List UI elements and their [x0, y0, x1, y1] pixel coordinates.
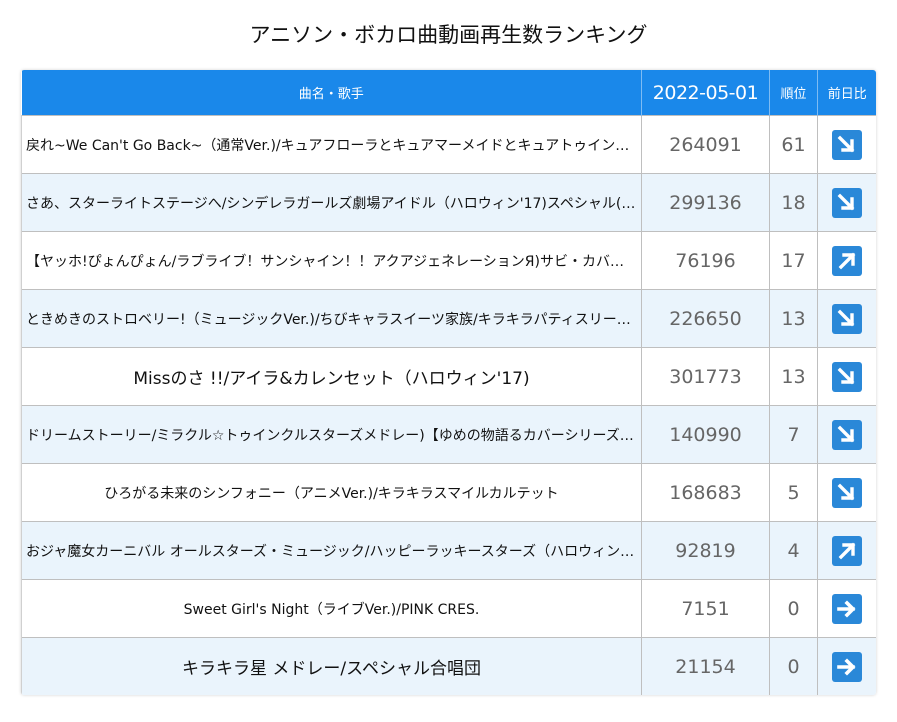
song-title[interactable]: 【ヤッホ!ぴょんぴょん/ラブライブ！サンシャイン！！アクアジェネレーションЯ)サ…	[21, 231, 642, 290]
header-trend[interactable]: 前日比	[817, 70, 876, 116]
trend-cell	[817, 231, 876, 290]
play-count: 7151	[641, 579, 770, 638]
rank-value: 0	[769, 637, 818, 695]
trend-cell	[817, 463, 876, 522]
table-row[interactable]: 戻れ~We Can't Go Back~（通常Ver.)/キュアフローラとキュア…	[21, 115, 876, 174]
song-title[interactable]: キラキラ星 メドレー/スペシャル合唱団	[21, 637, 642, 695]
rank-value: 13	[769, 289, 818, 348]
trend-cell	[817, 115, 876, 174]
table-row[interactable]: おジャ魔女カーニバル オールスターズ・ミュージック/ハッピーラッキースターズ（ハ…	[21, 521, 876, 580]
table-row[interactable]: キラキラ星 メドレー/スペシャル合唱団 21154 0	[21, 637, 876, 695]
song-title[interactable]: Sweet Girl's Night（ライブVer.)/PINK CRES.	[21, 579, 642, 638]
play-count: 226650	[641, 289, 770, 348]
trend-cell	[817, 521, 876, 580]
song-title[interactable]: 戻れ~We Can't Go Back~（通常Ver.)/キュアフローラとキュア…	[21, 115, 642, 174]
ranking-table: 曲名・歌手 2022-05-01 順位 前日比 戻れ~We Can't Go B…	[21, 70, 876, 695]
arrow-up-right-icon	[832, 245, 862, 276]
play-count: 264091	[641, 115, 770, 174]
arrow-down-right-icon	[832, 419, 862, 450]
song-title[interactable]: おジャ魔女カーニバル オールスターズ・ミュージック/ハッピーラッキースターズ（ハ…	[21, 521, 642, 580]
trend-cell	[817, 289, 876, 348]
table-row[interactable]: さあ、スターライトステージへ/シンデレラガールズ劇場アイドル（ハロウィン'17)…	[21, 173, 876, 232]
trend-cell	[817, 579, 876, 638]
play-count: 168683	[641, 463, 770, 522]
play-count: 301773	[641, 347, 770, 406]
table-header-row: 曲名・歌手 2022-05-01 順位 前日比	[21, 70, 876, 116]
trend-cell	[817, 173, 876, 232]
table-row[interactable]: ときめきのストロベリー!（ミュージックVer.)/ちびキャラスイーツ家族/キラキ…	[21, 289, 876, 348]
arrow-up-right-icon	[832, 535, 862, 566]
trend-cell	[817, 637, 876, 695]
trend-cell	[817, 405, 876, 464]
rank-value: 0	[769, 579, 818, 638]
table-row[interactable]: Missのさ !!/アイラ&カレンセット（ハロウィン'17) 301773 13	[21, 347, 876, 406]
rank-value: 4	[769, 521, 818, 580]
ranking-table-container: 曲名・歌手 2022-05-01 順位 前日比 戻れ~We Can't Go B…	[21, 70, 876, 695]
rank-value: 5	[769, 463, 818, 522]
page-title: アニソン・ボカロ曲動画再生数ランキング	[249, 23, 648, 47]
song-title[interactable]: Missのさ !!/アイラ&カレンセット（ハロウィン'17)	[21, 347, 642, 406]
rank-value: 7	[769, 405, 818, 464]
play-count: 21154	[641, 637, 770, 695]
play-count: 92819	[641, 521, 770, 580]
song-title[interactable]: ドリームストーリー/ミラクル☆トゥインクルスターズメドレー)【ゆめの物語るカバー…	[21, 405, 642, 464]
arrow-right-icon	[832, 593, 862, 624]
arrow-down-right-icon	[832, 361, 862, 392]
rank-value: 61	[769, 115, 818, 174]
arrow-down-right-icon	[832, 303, 862, 334]
header-title[interactable]: 曲名・歌手	[21, 70, 642, 116]
song-title[interactable]: ときめきのストロベリー!（ミュージックVer.)/ちびキャラスイーツ家族/キラキ…	[21, 289, 642, 348]
play-count: 299136	[641, 173, 770, 232]
table-row[interactable]: ひろがる未来のシンフォニー（アニメVer.)/キラキラスマイルカルテット 1686…	[21, 463, 876, 522]
song-title[interactable]: ひろがる未来のシンフォニー（アニメVer.)/キラキラスマイルカルテット	[21, 463, 642, 522]
header-rank[interactable]: 順位	[769, 70, 818, 116]
table-row[interactable]: Sweet Girl's Night（ライブVer.)/PINK CRES. 71…	[21, 579, 876, 638]
arrow-down-right-icon	[832, 187, 862, 218]
arrow-right-icon	[832, 651, 862, 682]
table-row[interactable]: ドリームストーリー/ミラクル☆トゥインクルスターズメドレー)【ゆめの物語るカバー…	[21, 405, 876, 464]
header-date[interactable]: 2022-05-01	[641, 70, 770, 116]
rank-value: 18	[769, 173, 818, 232]
rank-value: 17	[769, 231, 818, 290]
arrow-down-right-icon	[832, 477, 862, 508]
arrow-down-right-icon	[832, 129, 862, 160]
trend-cell	[817, 347, 876, 406]
play-count: 76196	[641, 231, 770, 290]
song-title[interactable]: さあ、スターライトステージへ/シンデレラガールズ劇場アイドル（ハロウィン'17)…	[21, 173, 642, 232]
table-row[interactable]: 【ヤッホ!ぴょんぴょん/ラブライブ！サンシャイン！！アクアジェネレーションЯ)サ…	[21, 231, 876, 290]
play-count: 140990	[641, 405, 770, 464]
rank-value: 13	[769, 347, 818, 406]
